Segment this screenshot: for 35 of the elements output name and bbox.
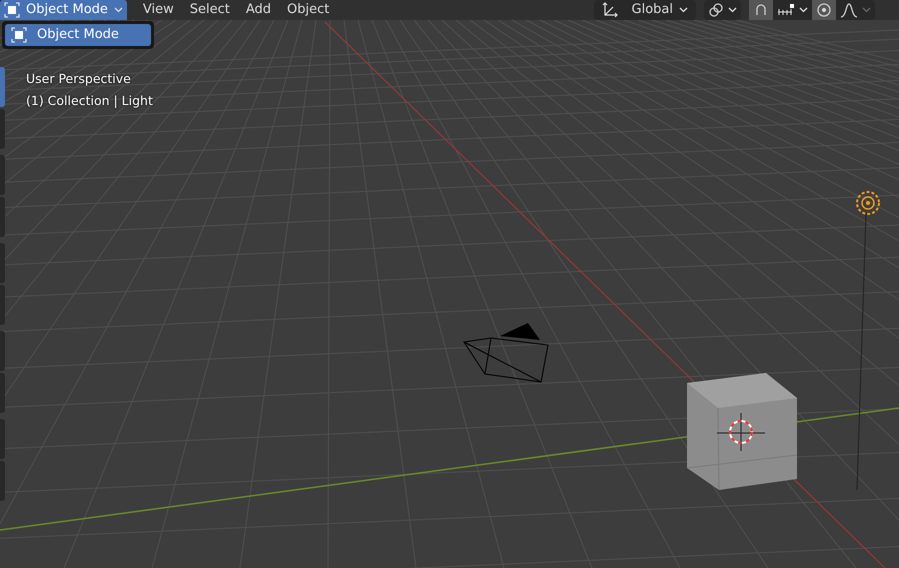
tool-tab[interactable] xyxy=(0,331,5,371)
tool-tab[interactable] xyxy=(0,243,5,283)
menu-item[interactable]: Select xyxy=(182,0,238,20)
falloff-curve-icon[interactable] xyxy=(840,2,858,18)
object-mode-icon xyxy=(11,26,27,43)
magnet-toggle[interactable] xyxy=(749,0,773,20)
caret-icon xyxy=(679,7,688,13)
proportional-edit-toggle[interactable] xyxy=(812,0,836,20)
viewport-info-text: User Perspective xyxy=(26,70,132,88)
object-mode-icon xyxy=(4,2,20,18)
caret-icon xyxy=(799,6,808,13)
transform-axes-icon xyxy=(602,2,618,18)
mode-menu-item[interactable]: Object Mode xyxy=(5,24,151,46)
caret-icon xyxy=(862,6,871,13)
tool-tab[interactable] xyxy=(0,419,5,459)
menu-item[interactable]: Object xyxy=(279,0,338,20)
tool-tab[interactable] xyxy=(0,67,5,107)
caret-icon xyxy=(728,6,737,13)
tool-tab[interactable] xyxy=(0,109,5,149)
orientation-dropdown[interactable]: Global xyxy=(594,0,696,20)
caret-icon xyxy=(114,7,123,13)
mode-dropdown[interactable]: Object Mode xyxy=(0,0,127,20)
tool-tab[interactable] xyxy=(0,155,5,195)
tool-tab[interactable] xyxy=(0,461,5,501)
menu-item[interactable]: Add xyxy=(238,0,280,20)
viewport-info-text: (1) Collection | Light xyxy=(26,92,153,110)
pivot-icon xyxy=(708,2,724,18)
snap-increment-icon[interactable] xyxy=(777,4,795,16)
3d-cursor-icon xyxy=(716,412,766,452)
menu-item[interactable]: View xyxy=(134,0,182,20)
tool-tab[interactable] xyxy=(0,285,5,325)
tool-tab[interactable] xyxy=(0,373,5,413)
proportional-edit-icon xyxy=(816,2,832,18)
tool-tab[interactable] xyxy=(0,197,5,237)
light-icon xyxy=(856,191,880,215)
